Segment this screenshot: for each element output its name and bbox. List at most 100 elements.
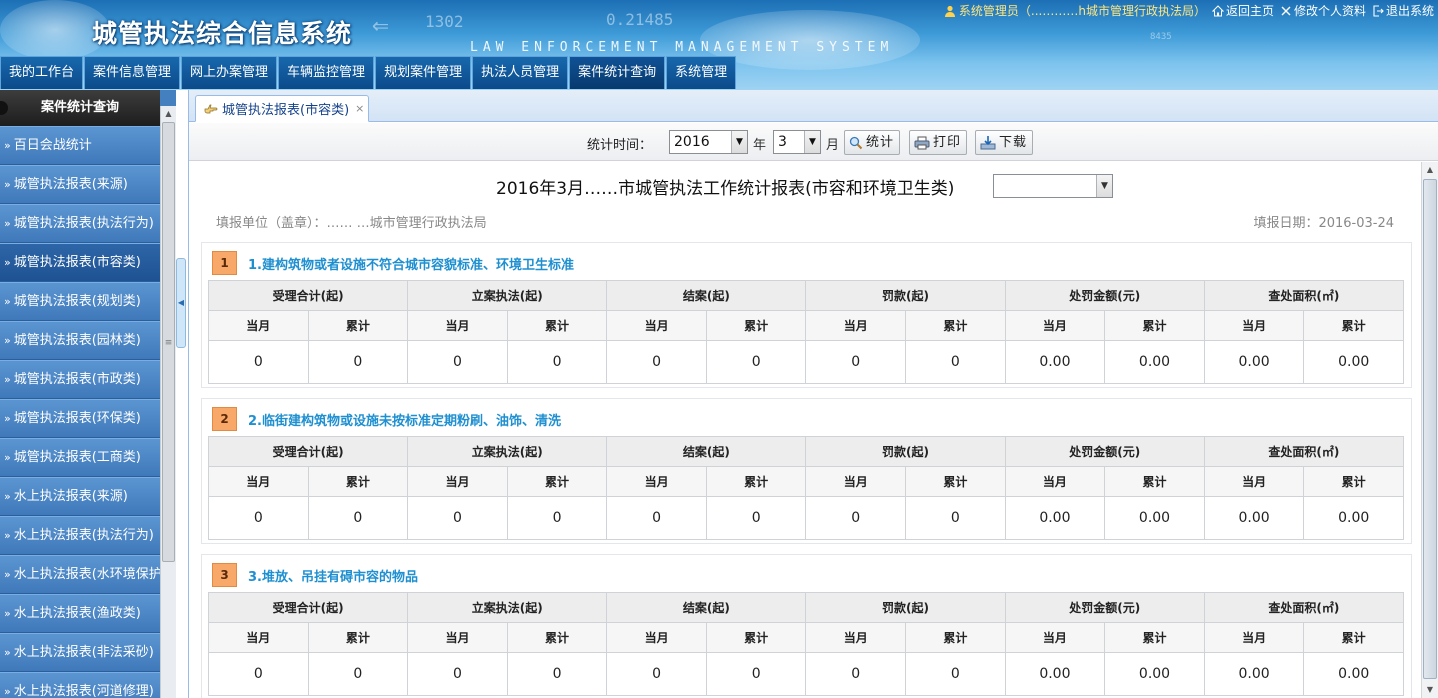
home-link[interactable]: 返回主页 — [1211, 2, 1274, 19]
nav-case-info[interactable]: 案件信息管理 — [84, 56, 181, 89]
sidebar-item[interactable]: » 水上执法报表(水环境保护) — [0, 555, 160, 594]
nav-workbench[interactable]: 我的工作台 — [0, 56, 84, 89]
table-row: 0 0 0 0 0 0 0 0 0.00 0.00 0.00 0.00 — [208, 496, 1404, 540]
section-header: 2 2.临街建构筑物或设施未按标准定期粉刷、油饰、清洗 — [202, 399, 1411, 437]
profile-link[interactable]: 修改个人资料 — [1280, 2, 1366, 19]
logout-link[interactable]: 退出系统 — [1372, 2, 1434, 19]
chevron-right-icon: » — [4, 490, 11, 503]
pointing-hand-icon — [204, 104, 218, 113]
nav-staff[interactable]: 执法人员管理 — [472, 56, 569, 89]
sub-column-header: 当月 — [208, 466, 309, 497]
table-row: 0 0 0 0 0 0 0 0 0.00 0.00 0.00 0.00 — [208, 652, 1404, 696]
sidebar-item[interactable]: » 水上执法报表(河道修理) — [0, 672, 160, 698]
stat-button[interactable]: 统计 — [844, 130, 901, 155]
sidebar-item[interactable]: » 城管执法报表(环保类) — [0, 399, 160, 438]
sidebar-item[interactable]: » 城管执法报表(来源) — [0, 165, 160, 204]
sidebar-item-label: 城管执法报表(园林类) — [13, 333, 141, 348]
column-group-header: 查处面积(㎡) — [1203, 592, 1405, 623]
tab-report[interactable]: 城管执法报表(市容类) × — [195, 95, 370, 122]
sub-column-header: 当月 — [606, 466, 707, 497]
chevron-right-icon: » — [4, 646, 11, 659]
sub-column-header: 累计 — [307, 310, 409, 341]
column-group-header: 处罚金额(元) — [1004, 280, 1205, 311]
print-button[interactable]: 打印 — [909, 130, 968, 155]
column-group-header: 处罚金额(元) — [1004, 592, 1205, 623]
scroll-down-icon[interactable]: ▼ — [1422, 682, 1438, 698]
nav-online-case[interactable]: 网上办案管理 — [181, 56, 278, 89]
content-panel: 城管执法报表(市容类) × 统计时间： 2016 ▼ 年 3 ▼ 月 统计 打印… — [188, 90, 1438, 698]
stat-button-label: 统计 — [866, 135, 895, 150]
table-cell: 0 — [208, 340, 309, 384]
banner-deco-number: 1302 — [425, 12, 464, 31]
scroll-up-icon[interactable]: ▲ — [161, 106, 176, 122]
sidebar-item[interactable]: » 水上执法报表(来源) — [0, 477, 160, 516]
fill-unit: 填报单位（盖章）：…… …城市管理行政执法局 — [216, 216, 487, 231]
sidebar-scroll-thumb[interactable]: ≡ — [162, 122, 175, 562]
table-cell: 0 — [208, 652, 309, 696]
column-group-header: 受理合计(起) — [207, 280, 409, 311]
sub-column-header: 当月 — [1203, 466, 1305, 497]
table-cell: 0 — [705, 340, 807, 384]
download-button-label: 下载 — [999, 135, 1028, 150]
table-cell: 0 — [805, 496, 907, 540]
table-cell: 0.00 — [1104, 340, 1205, 384]
sub-column-header: 累计 — [905, 622, 1006, 653]
column-group-header: 受理合计(起) — [207, 436, 409, 467]
sidebar-item[interactable]: » 城管执法报表(执法行为) — [0, 204, 160, 243]
close-icon[interactable]: × — [355, 102, 364, 115]
sidebar-item-active[interactable]: » 城管执法报表(市容类) — [0, 243, 160, 282]
table-cell: 0 — [307, 652, 409, 696]
scroll-up-icon[interactable]: ▲ — [1422, 162, 1438, 178]
table-cell: 0 — [307, 340, 409, 384]
chevron-right-icon: » — [4, 685, 11, 698]
column-group-header: 罚款(起) — [805, 436, 1006, 467]
section-title: 1.建构筑物或者设施不符合城市容貌标准、环境卫生标准 — [248, 258, 574, 273]
sidebar-collapse-toggle[interactable]: ◀ — [176, 258, 186, 348]
sidebar-item-label: 水上执法报表(非法采砂) — [13, 645, 154, 660]
sidebar-item[interactable]: » 城管执法报表(园林类) — [0, 321, 160, 360]
column-group-header: 处罚金额(元) — [1004, 436, 1205, 467]
month-select[interactable]: 3 ▼ — [773, 130, 821, 154]
sidebar-scrollbar[interactable]: ▲ ≡ — [160, 106, 176, 698]
stats-table: 受理合计(起) 立案执法(起) 结案(起) 罚款(起) 处罚金额(元) 查处面积(㎡) 当月… — [207, 280, 1405, 384]
nav-case-stats[interactable]: 案件统计查询 — [569, 56, 666, 89]
sidebar-item-label: 城管执法报表(工商类) — [13, 450, 141, 465]
sidebar-item[interactable]: » 城管执法报表(工商类) — [0, 438, 160, 477]
logout-icon — [1373, 4, 1384, 17]
sub-column-header: 当月 — [1004, 310, 1106, 341]
sub-column-header: 当月 — [606, 310, 707, 341]
table-cell: 0 — [705, 652, 807, 696]
sidebar-item[interactable]: » 城管执法报表(规划类) — [0, 282, 160, 321]
table-cell: 0.00 — [1104, 652, 1205, 696]
report-category-select[interactable]: ▼ — [993, 174, 1113, 198]
section-header: 3 3.堆放、吊挂有碍市容的物品 — [202, 555, 1411, 593]
sidebar-list: » 百日会战统计 » 城管执法报表(来源) » 城管执法报表(执法行为) » 城管执法报… — [0, 126, 160, 698]
user-icon — [944, 5, 955, 17]
sub-column-header: 累计 — [1104, 466, 1205, 497]
report-scrollbar[interactable]: ▲ ▼ — [1421, 162, 1438, 698]
sub-column-header: 累计 — [1303, 622, 1404, 653]
sidebar-item[interactable]: » 水上执法报表(非法采砂) — [0, 633, 160, 672]
nav-vehicle-monitor[interactable]: 车辆监控管理 — [278, 56, 375, 89]
section-number-badge: 1 — [212, 251, 237, 275]
report-scroll-thumb[interactable] — [1423, 179, 1437, 679]
download-button[interactable]: 下载 — [975, 130, 1034, 155]
column-group-header: 立案执法(起) — [407, 592, 608, 623]
year-select[interactable]: 2016 ▼ — [669, 130, 748, 154]
nav-planning-case[interactable]: 规划案件管理 — [375, 56, 472, 89]
table-header-row: 受理合计(起) 立案执法(起) 结案(起) 罚款(起) 处罚金额(元) 查处面积(㎡) — [207, 592, 1405, 623]
sidebar-item[interactable]: » 水上执法报表(执法行为) — [0, 516, 160, 555]
nav-system[interactable]: 系统管理 — [666, 56, 737, 89]
sidebar-item[interactable]: » 百日会战统计 — [0, 126, 160, 165]
sub-column-header: 累计 — [1104, 622, 1205, 653]
sub-column-header: 当月 — [407, 622, 508, 653]
report-section: 1 1.建构筑物或者设施不符合城市容貌标准、环境卫生标准 受理合计(起) 立案执法… — [201, 242, 1412, 388]
sidebar-item[interactable]: » 水上执法报表(渔政类) — [0, 594, 160, 633]
sub-column-header: 累计 — [705, 310, 807, 341]
table-cell: 0 — [705, 496, 807, 540]
sub-column-header: 当月 — [208, 310, 309, 341]
sidebar-item[interactable]: » 城管执法报表(市政类) — [0, 360, 160, 399]
sub-column-header: 累计 — [1303, 310, 1404, 341]
sidebar-title: 案件统计查询 — [0, 90, 160, 126]
column-group-header: 结案(起) — [606, 436, 807, 467]
